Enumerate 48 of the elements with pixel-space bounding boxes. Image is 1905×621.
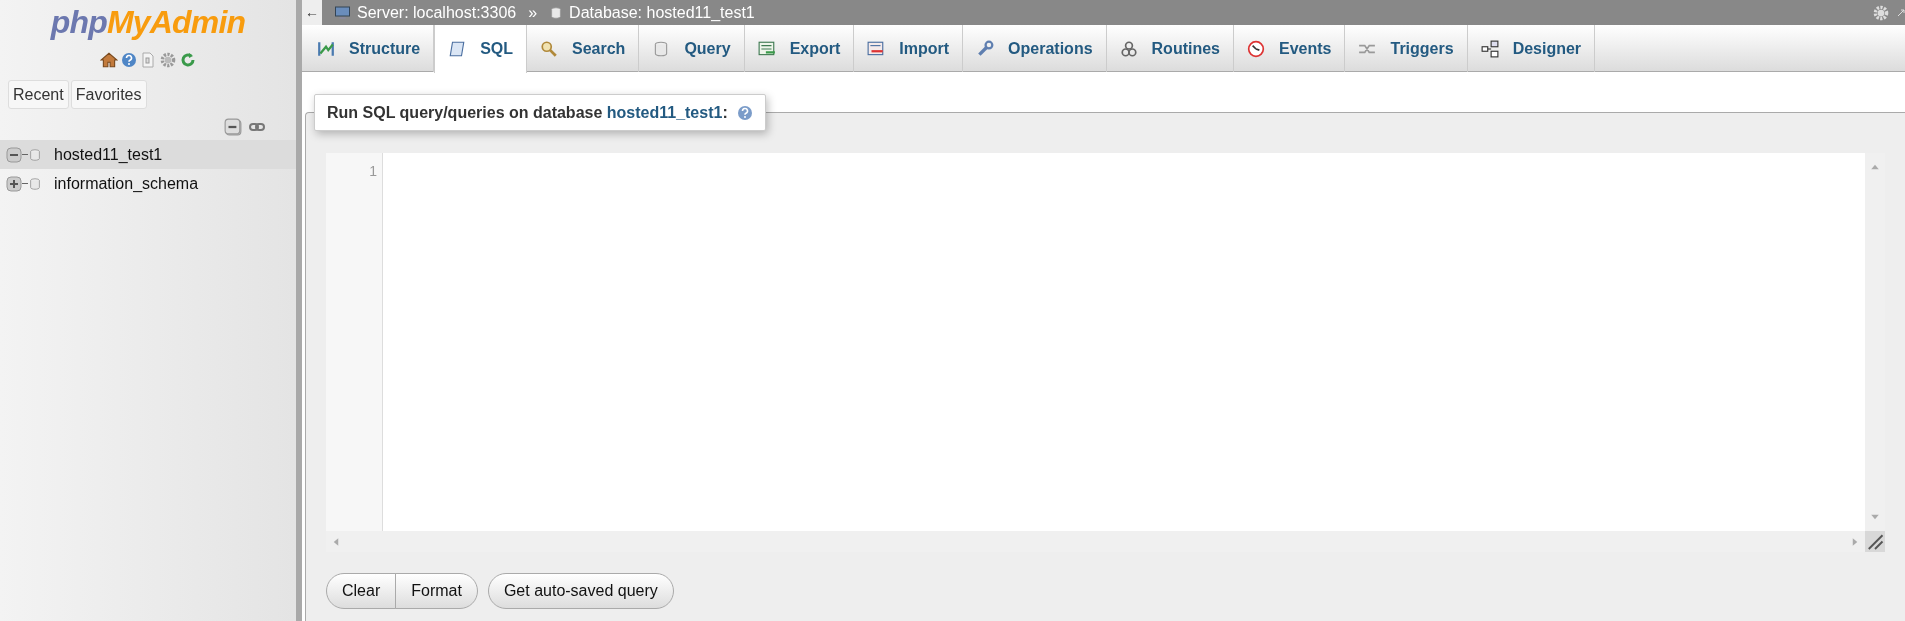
sidebar-splitter[interactable] xyxy=(296,0,302,621)
action-button[interactable]: Format xyxy=(395,573,478,609)
tab[interactable]: Routines xyxy=(1106,25,1234,72)
tab[interactable]: Operations xyxy=(963,25,1107,72)
diagram-icon xyxy=(1480,39,1499,58)
back-button[interactable]: ← xyxy=(302,0,322,25)
expand-icon[interactable] xyxy=(6,175,22,192)
sidebar-button[interactable]: Favorites xyxy=(70,80,147,109)
collapse-icon[interactable] xyxy=(6,146,22,163)
database-icon xyxy=(28,146,42,163)
legend-text: Run SQL query/queries on database hosted11_test1: xyxy=(327,102,728,123)
search-icon xyxy=(540,39,558,58)
database-name[interactable]: hosted11_test1 xyxy=(54,142,163,167)
server-link[interactable]: Server: localhost:3306 xyxy=(357,0,517,25)
tab[interactable]: Query xyxy=(639,25,745,72)
tree-item[interactable]: information_schema xyxy=(0,169,296,198)
sidebar-button[interactable]: Recent xyxy=(8,80,69,109)
action-button[interactable]: Clear xyxy=(326,573,397,609)
database-link[interactable]: Database: hosted11_test1 xyxy=(569,0,755,25)
resize-handle-icon xyxy=(1865,531,1885,552)
refresh-icon xyxy=(180,52,196,68)
document-icon xyxy=(140,51,156,69)
help-icon xyxy=(121,52,137,68)
tree-item[interactable]: hosted11_test1 xyxy=(0,140,296,169)
database-icon xyxy=(28,175,42,192)
database-icon xyxy=(549,4,564,21)
tab[interactable]: Events xyxy=(1234,25,1346,72)
logo-text[interactable]: php xyxy=(50,4,107,40)
settings-icon xyxy=(159,51,177,69)
chart-icon xyxy=(317,39,335,58)
tab[interactable]: Export xyxy=(744,25,855,72)
server-icon xyxy=(334,4,351,21)
action-button[interactable]: Get auto-saved query xyxy=(487,573,674,609)
line-number: 1 xyxy=(369,162,377,181)
help-icon xyxy=(736,104,753,121)
database-name[interactable]: information_schema xyxy=(54,171,199,196)
settings-icon xyxy=(1872,3,1890,22)
tab[interactable]: SQL xyxy=(434,25,527,73)
tab[interactable]: Search xyxy=(527,25,640,72)
collapse-all-icon xyxy=(224,118,242,136)
home-icon xyxy=(100,51,118,69)
tab[interactable]: Designer xyxy=(1467,25,1596,72)
breadcrumb-separator: » xyxy=(528,2,538,23)
tab[interactable]: Triggers xyxy=(1345,25,1468,72)
clock-icon xyxy=(1247,39,1265,58)
database-link[interactable]: hosted11_test1 xyxy=(606,103,723,121)
wrench-icon xyxy=(976,39,995,58)
tab[interactable]: Import xyxy=(854,25,964,72)
